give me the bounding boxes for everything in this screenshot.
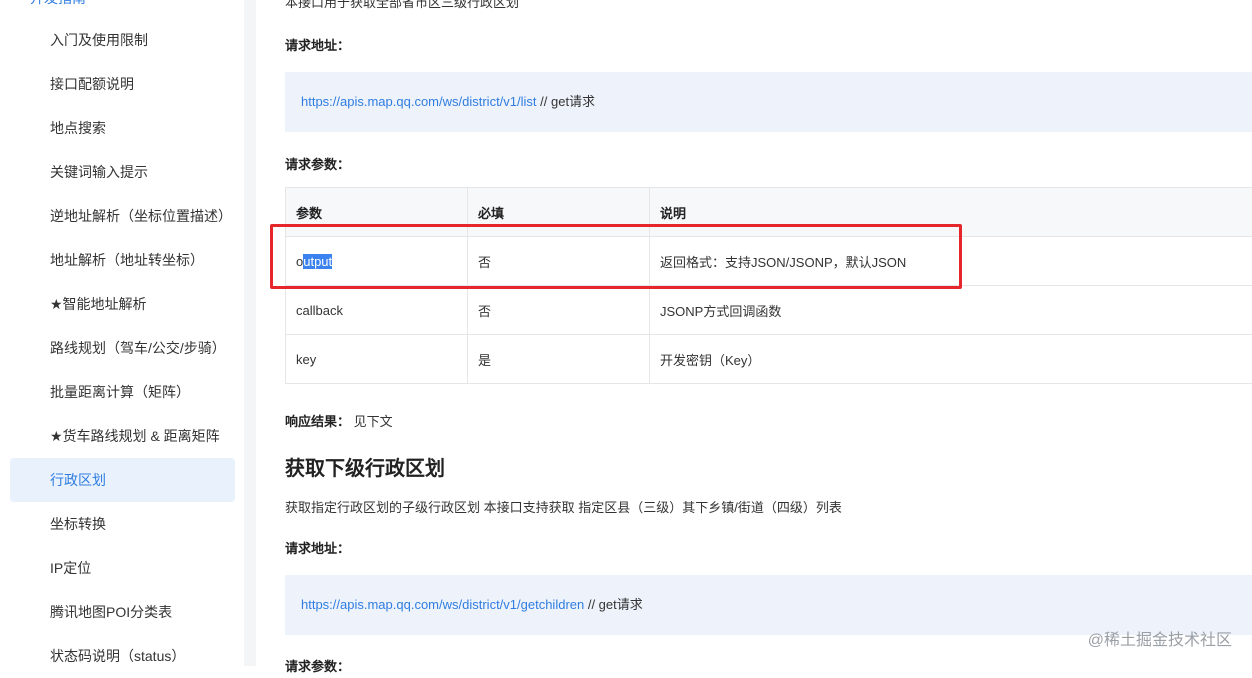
required-cell: 否 xyxy=(468,286,650,335)
table-row: output 否 返回格式：支持JSON/JSONP，默认JSON xyxy=(286,237,1252,286)
sidebar-item-place-search[interactable]: 地点搜索 xyxy=(10,106,235,150)
sidebar-item-route-planning[interactable]: 路线规划（驾车/公交/步骑） xyxy=(10,326,235,370)
required-cell: 否 xyxy=(468,237,650,286)
sidebar-item-distance-matrix[interactable]: 批量距离计算（矩阵） xyxy=(10,370,235,414)
sidebar-item-ip-location[interactable]: IP定位 xyxy=(10,546,235,590)
sidebar-item-coord-convert[interactable]: 坐标转换 xyxy=(10,502,235,546)
sidebar-item-geocode[interactable]: 地址解析（地址转坐标） xyxy=(10,238,235,282)
desc-cell: 开发密钥（Key） xyxy=(650,335,1252,384)
response-label-text: 响应结果： xyxy=(285,414,350,429)
sidebar-item-quota[interactable]: 接口配额说明 xyxy=(10,62,235,106)
request-url-comment: // get请求 xyxy=(537,94,596,109)
text-selection[interactable]: utput xyxy=(303,254,332,269)
desc-cell: JSONP方式回调函数 xyxy=(650,286,1252,335)
request-url-label: 请求地址： xyxy=(285,538,350,557)
request-url-link[interactable]: https://apis.map.qq.com/ws/district/v1/g… xyxy=(301,597,584,612)
sidebar-item-district[interactable]: 行政区划 xyxy=(10,458,235,502)
request-url-link[interactable]: https://apis.map.qq.com/ws/district/v1/l… xyxy=(301,94,537,109)
table-row: key 是 开发密钥（Key） xyxy=(286,335,1252,384)
sidebar-item-keyword-suggest[interactable]: 关键词输入提示 xyxy=(10,150,235,194)
col-header-param: 参数 xyxy=(286,188,468,237)
intro-text: 本接口用于获取全部省市区三级行政区划 xyxy=(285,0,519,11)
param-cell: callback xyxy=(286,286,468,335)
param-cell: key xyxy=(286,335,468,384)
request-url-block: https://apis.map.qq.com/ws/district/v1/l… xyxy=(285,72,1252,132)
sidebar-item-truck-route[interactable]: ★货车路线规划 & 距离矩阵 xyxy=(10,414,235,458)
sidebar-item-status-codes[interactable]: 状态码说明（status） xyxy=(10,634,235,678)
col-header-desc: 说明 xyxy=(650,188,1252,237)
table-row: callback 否 JSONP方式回调函数 xyxy=(286,286,1252,335)
required-cell: 是 xyxy=(468,335,650,384)
desc-cell: 返回格式：支持JSON/JSONP，默认JSON xyxy=(650,237,1252,286)
request-url-comment: // get请求 xyxy=(584,597,643,612)
sidebar-gutter xyxy=(244,0,256,666)
request-url-label: 请求地址： xyxy=(285,35,350,54)
watermark: @稀土掘金技术社区 xyxy=(1088,626,1232,650)
sidebar-item-getting-started[interactable]: 入门及使用限制 xyxy=(10,18,235,62)
section-title: 获取下级行政区划 xyxy=(285,452,445,481)
main-content: 本接口用于获取全部省市区三级行政区划 请求地址： https://apis.ma… xyxy=(256,0,1252,666)
section-description: 获取指定行政区划的子级行政区划 本接口支持获取 指定区县（三级）其下乡镇/街道（… xyxy=(285,497,842,516)
sidebar-item-poi-category[interactable]: 腾讯地图POI分类表 xyxy=(10,590,235,634)
sidebar-section-title[interactable]: 开发指南 xyxy=(30,0,86,8)
response-value: 见下文 xyxy=(350,414,393,429)
table-header-row: 参数 必填 说明 xyxy=(286,188,1252,237)
sidebar-item-reverse-geocode[interactable]: 逆地址解析（坐标位置描述） xyxy=(10,194,235,238)
param-cell[interactable]: output xyxy=(286,237,468,286)
params-label: 请求参数： xyxy=(285,154,350,173)
response-label: 响应结果： 见下文 xyxy=(285,411,393,430)
col-header-required: 必填 xyxy=(468,188,650,237)
sidebar-item-smart-address[interactable]: ★智能地址解析 xyxy=(10,282,235,326)
sidebar-nav: 开发指南 入门及使用限制 接口配额说明 地点搜索 关键词输入提示 逆地址解析（坐… xyxy=(0,0,245,666)
params-table: 参数 必填 说明 output 否 返回格式：支持JSON/JSONP，默认JS… xyxy=(285,187,1252,384)
